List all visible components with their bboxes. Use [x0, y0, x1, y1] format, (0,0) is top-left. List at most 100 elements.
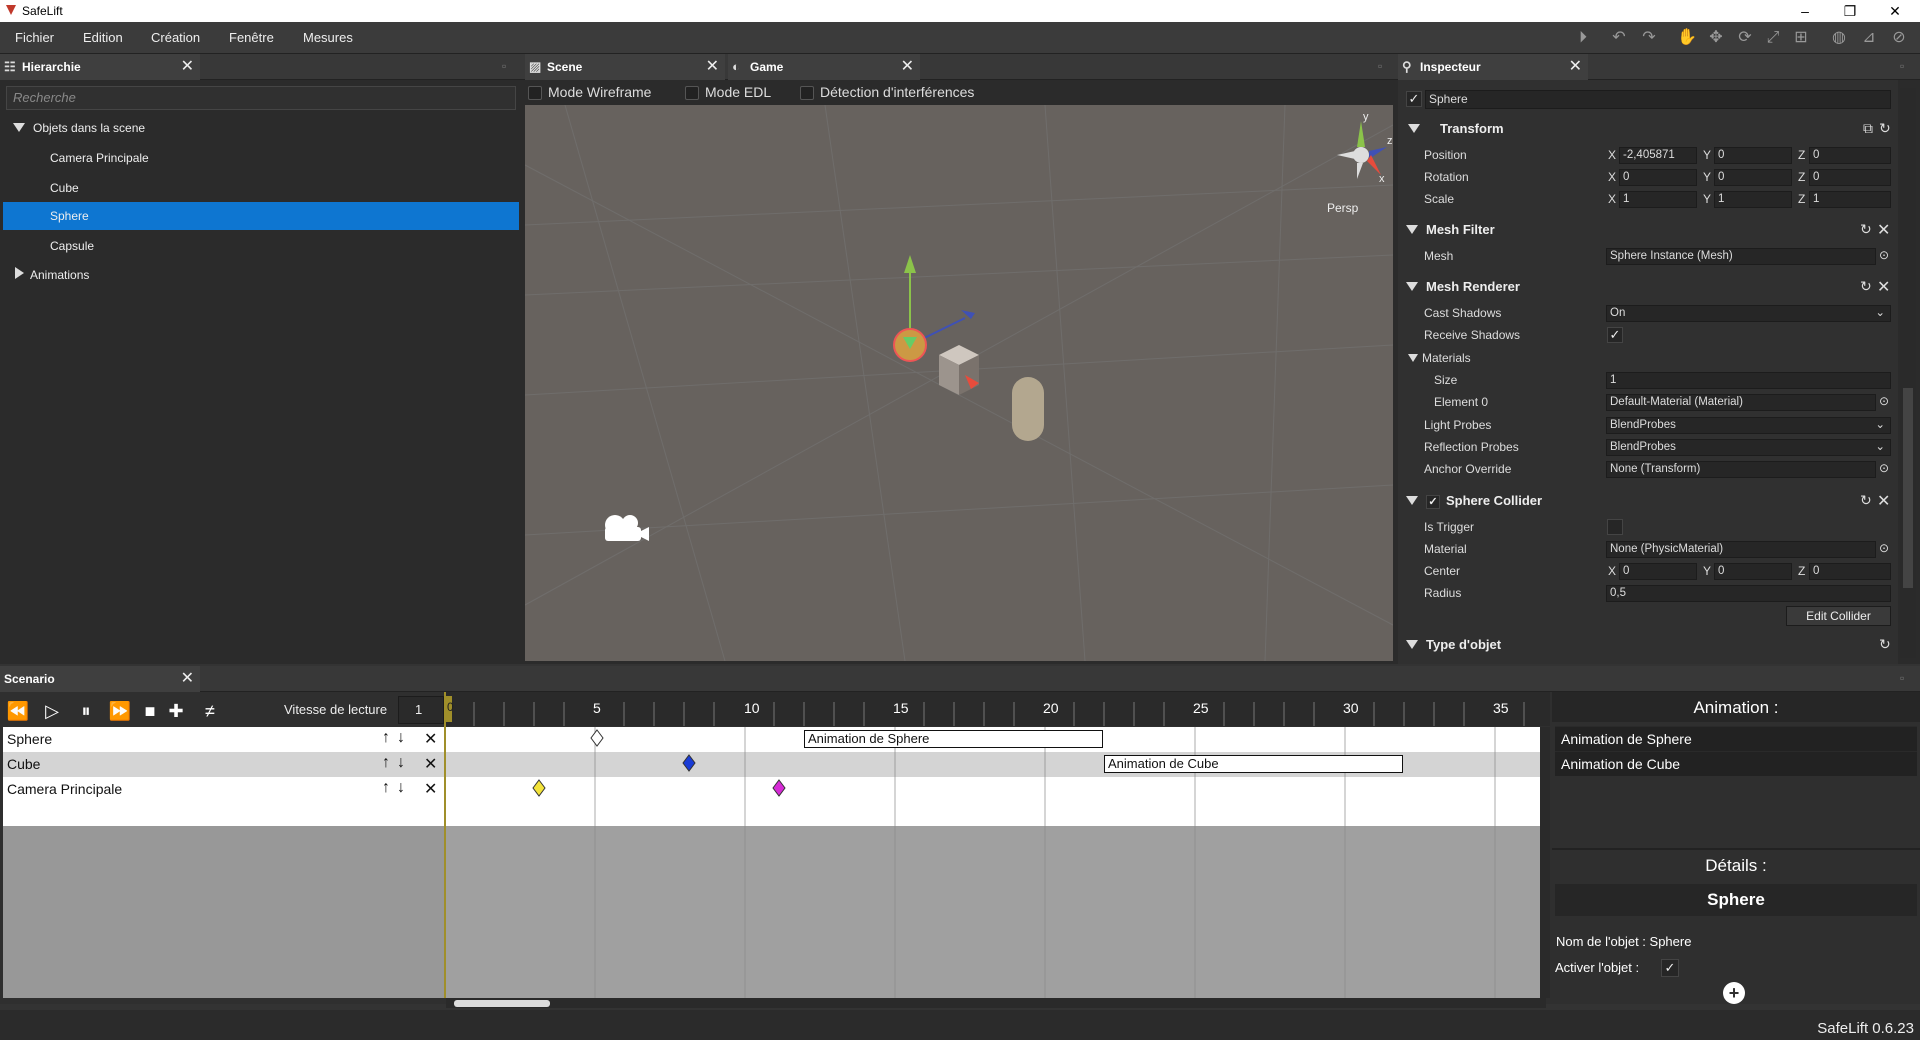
object-picker-icon[interactable]: ⊙: [1879, 461, 1889, 475]
cast-shadows-select[interactable]: On ⌄: [1606, 305, 1891, 322]
remove-component-icon[interactable]: ✕: [1877, 277, 1890, 297]
animation-item-cube[interactable]: Animation de Cube: [1555, 752, 1917, 776]
remove-track-icon[interactable]: ✕: [424, 754, 437, 774]
scrollbar-thumb[interactable]: [454, 1000, 550, 1007]
anchor-override-field[interactable]: None (Transform): [1606, 461, 1876, 478]
checkbox[interactable]: [800, 86, 814, 101]
center-z-field[interactable]: 0: [1809, 563, 1891, 580]
rotate-tool-icon[interactable]: ⟳: [1734, 28, 1756, 48]
expand-arrow-icon[interactable]: [1408, 124, 1420, 133]
track-row-camera[interactable]: Camera Principale: [3, 777, 443, 802]
perspective-label[interactable]: Persp: [1327, 201, 1358, 215]
checkbox[interactable]: [685, 86, 699, 101]
remove-component-icon[interactable]: ✕: [1877, 220, 1890, 240]
reset-icon[interactable]: ↻: [1860, 278, 1872, 295]
transform-options-icon[interactable]: ⧉: [1863, 120, 1873, 137]
rotation-x-field[interactable]: 0: [1619, 169, 1697, 186]
remove-component-icon[interactable]: ✕: [1877, 491, 1890, 511]
move-down-icon[interactable]: ↓: [397, 729, 405, 747]
mesh-field[interactable]: Sphere Instance (Mesh): [1606, 248, 1876, 265]
maximize-panel-icon[interactable]: ▫: [1378, 59, 1382, 73]
mesh-renderer-header[interactable]: Mesh Renderer: [1406, 279, 1520, 294]
tree-item-camera[interactable]: Camera Principale: [3, 144, 519, 172]
timeline-scrollbar[interactable]: [446, 998, 1546, 1008]
object-active-checkbox[interactable]: ✓: [1406, 91, 1422, 107]
move-up-icon[interactable]: ↑: [382, 729, 390, 747]
redo-icon[interactable]: ↷: [1638, 28, 1660, 48]
keyframe-marker[interactable]: [682, 754, 696, 772]
transform-header[interactable]: Transform: [1408, 121, 1504, 136]
reset-icon[interactable]: ↻: [1879, 636, 1891, 653]
animation-item-sphere[interactable]: Animation de Sphere: [1555, 727, 1917, 751]
maximize-panel-icon[interactable]: ▫: [1900, 59, 1904, 73]
expand-arrow-icon[interactable]: [1406, 496, 1418, 505]
keyframe-marker[interactable]: [590, 729, 604, 747]
minimize-button[interactable]: –: [1785, 2, 1825, 20]
move-down-icon[interactable]: ↓: [397, 779, 405, 797]
close-icon[interactable]: ✕: [181, 666, 194, 692]
tab-scene[interactable]: ▨ Scene ✕: [525, 54, 725, 80]
reset-icon[interactable]: ↻: [1860, 221, 1872, 238]
type-objet-header[interactable]: Type d'objet: [1406, 637, 1501, 652]
tree-item-sphere[interactable]: Sphere: [3, 202, 519, 230]
center-x-field[interactable]: 0: [1619, 563, 1697, 580]
move-down-icon[interactable]: ↓: [397, 754, 405, 772]
animation-bar-cube[interactable]: Animation de Cube: [1104, 755, 1403, 773]
option-edl[interactable]: Mode EDL: [685, 84, 771, 101]
remove-track-icon[interactable]: ✕: [424, 779, 437, 799]
close-icon[interactable]: ✕: [706, 54, 719, 80]
global-icon[interactable]: ⊘: [1888, 28, 1910, 48]
sphere-collider-header[interactable]: ✓ Sphere Collider: [1406, 493, 1542, 509]
position-x-field[interactable]: -2,405871: [1619, 147, 1697, 164]
option-wireframe[interactable]: Mode Wireframe: [528, 84, 651, 101]
center-y-field[interactable]: 0: [1714, 563, 1792, 580]
fast-forward-button[interactable]: ⏩: [106, 700, 134, 722]
tab-inspecteur[interactable]: ⚲ Inspecteur ✕: [1398, 54, 1588, 80]
scale-x-field[interactable]: 1: [1619, 191, 1697, 208]
is-trigger-checkbox[interactable]: [1607, 519, 1623, 535]
menu-fichier[interactable]: Fichier: [15, 30, 54, 45]
maximize-button[interactable]: ❐: [1830, 2, 1870, 20]
tree-root-objects[interactable]: Objets dans la scene: [3, 114, 519, 142]
object-picker-icon[interactable]: ⊙: [1879, 248, 1889, 262]
collider-material-field[interactable]: None (PhysicMaterial): [1606, 541, 1876, 558]
menu-creation[interactable]: Création: [151, 30, 200, 45]
snap-icon[interactable]: ⊿: [1858, 28, 1880, 48]
tree-animations[interactable]: Animations: [3, 261, 519, 289]
expand-arrow-icon[interactable]: [1408, 354, 1418, 362]
mesh-filter-header[interactable]: Mesh Filter: [1406, 222, 1495, 237]
object-name-field[interactable]: Sphere: [1425, 90, 1891, 109]
search-input[interactable]: Recherche: [6, 86, 516, 110]
radius-field[interactable]: 0,5: [1606, 585, 1891, 602]
menu-fenetre[interactable]: Fenêtre: [229, 30, 274, 45]
position-z-field[interactable]: 0: [1809, 147, 1891, 164]
move-up-icon[interactable]: ↑: [382, 754, 390, 772]
keyframe-marker[interactable]: [772, 779, 786, 797]
undo-icon[interactable]: ↶: [1608, 28, 1630, 48]
size-field[interactable]: 1: [1606, 372, 1891, 389]
track-row-sphere[interactable]: Sphere: [3, 727, 443, 752]
rewind-button[interactable]: ⏪: [4, 700, 32, 722]
position-y-field[interactable]: 0: [1714, 147, 1792, 164]
scale-z-field[interactable]: 1: [1809, 191, 1891, 208]
hand-tool-icon[interactable]: ✋: [1676, 28, 1698, 48]
tree-item-capsule[interactable]: Capsule: [3, 232, 519, 260]
tab-game[interactable]: ◐ Game ✕: [728, 54, 920, 80]
tree-item-cube[interactable]: Cube: [3, 174, 519, 202]
close-window-button[interactable]: ✕: [1875, 2, 1915, 20]
close-icon[interactable]: ✕: [901, 54, 914, 80]
inspector-scrollbar[interactable]: [1900, 88, 1916, 658]
reset-icon[interactable]: ↻: [1860, 492, 1872, 509]
close-icon[interactable]: ✕: [181, 54, 194, 80]
maximize-panel-icon[interactable]: ▫: [1900, 671, 1904, 685]
materials-header[interactable]: Materials: [1408, 351, 1471, 365]
speed-input[interactable]: 1: [398, 696, 444, 724]
collapse-arrow-icon[interactable]: [15, 267, 24, 279]
reflection-probes-select[interactable]: BlendProbes ⌄: [1606, 439, 1891, 456]
filter-button[interactable]: ≠: [196, 700, 224, 722]
activate-object-checkbox[interactable]: ✓: [1661, 959, 1679, 977]
element0-field[interactable]: Default-Material (Material): [1606, 394, 1876, 411]
object-picker-icon[interactable]: ⊙: [1879, 541, 1889, 555]
add-circle-icon[interactable]: +: [1723, 982, 1745, 1004]
maximize-panel-icon[interactable]: ▫: [502, 59, 506, 73]
